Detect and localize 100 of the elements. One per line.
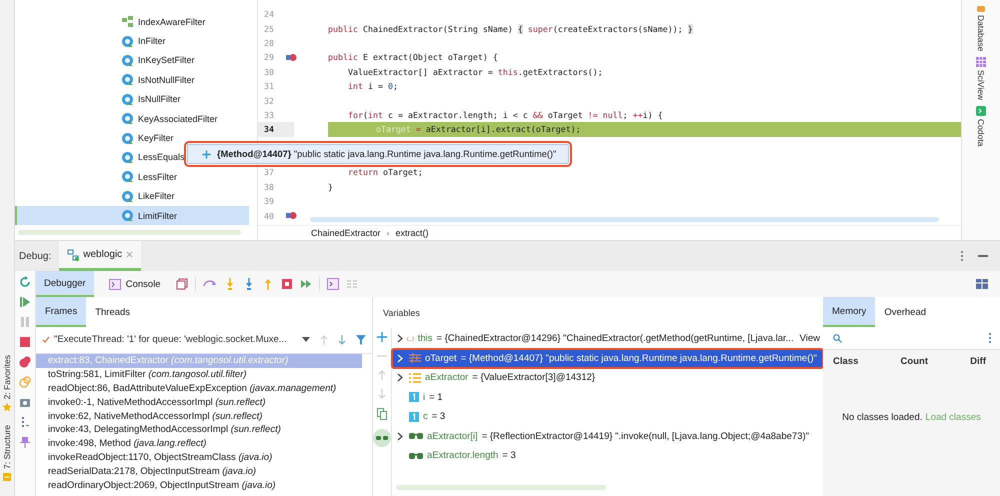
debugger-tab[interactable]: Debugger: [36, 271, 94, 297]
tree-item[interactable]: IsNullFilter: [15, 90, 249, 109]
number-icon: [409, 392, 419, 402]
variable-row[interactable]: c = 3: [392, 407, 823, 426]
variable-name: aExtractor: [425, 372, 468, 384]
class-icon: [121, 209, 134, 222]
code-line: for(int c = aExtractor.length; i < c && oTarget != null; ++i) {: [346, 110, 663, 120]
tree-item[interactable]: LikeFilter: [15, 186, 249, 206]
tree-item[interactable]: IsNotNullFilter: [15, 70, 249, 90]
tool-window-tab[interactable]: Codota: [976, 119, 986, 147]
variable-row[interactable]: this = {ChainedExtractor@14296} "ChainedExtractor(.getMethod(getRuntime, [Ljava.lar... View: [392, 329, 823, 348]
frames-tab[interactable]: Frames: [36, 297, 86, 327]
check-icon: [42, 336, 50, 343]
empty-message: No classes loaded.: [842, 412, 922, 423]
variable-row[interactable]: aExtractor = {ValueExtractor[3]@14312}: [392, 368, 823, 388]
stack-frame[interactable]: toString:581, LimitFilter (com.tangosol.util.filter): [36, 368, 362, 382]
line-number: 34: [258, 122, 294, 137]
session-tab[interactable]: weblogic: [59, 241, 142, 271]
class-icon: [121, 112, 134, 126]
star-icon: [2, 402, 12, 412]
rerun-icon[interactable]: [19, 276, 31, 288]
tree-item[interactable]: KeyAssociatedFilter: [15, 108, 249, 128]
class-icon: [121, 132, 134, 145]
resume-icon[interactable]: [19, 296, 31, 308]
breadcrumb-item[interactable]: extract(): [396, 228, 429, 238]
glasses-icon[interactable]: [373, 429, 391, 447]
breadcrumb-item[interactable]: ChainedExtractor: [311, 228, 381, 238]
structure-icon: [2, 472, 12, 482]
stop-icon[interactable]: [19, 336, 31, 348]
code-line: public ChainedExtractor(String sName) { super(createExtractors(sName)); }: [328, 24, 693, 34]
stack-frame[interactable]: invoke:43, DelegatingMethodAccessorImpl (sun.reflect): [36, 423, 362, 438]
variable-name: aExtractor[i]: [427, 430, 478, 442]
line-number: 40: [263, 210, 275, 223]
tool-window-tab[interactable]: 7: Structure: [2, 425, 12, 469]
drop-frame-icon[interactable]: [280, 278, 293, 290]
variable-row[interactable]: aExtractor[i] = {ReflectionExtractor@14419} ".invoke(null, [Ljava.lang.Object;@4a8abe73)": [392, 426, 823, 446]
close-icon[interactable]: [126, 251, 134, 258]
tree-item[interactable]: LessFilter: [15, 167, 249, 187]
tree-item[interactable]: IndexAwareFilter: [15, 12, 249, 32]
grid-icon: [976, 57, 986, 68]
pause-icon[interactable]: [19, 316, 31, 328]
copy-icon[interactable]: [377, 408, 387, 420]
breakpoints-icon[interactable]: [19, 356, 31, 368]
pin-icon[interactable]: [19, 436, 31, 448]
camera-icon[interactable]: [19, 396, 31, 408]
override-icon[interactable]: [286, 52, 297, 62]
filter-icon[interactable]: [356, 335, 366, 345]
tree-item[interactable]: InKeySetFilter: [15, 50, 249, 70]
tree-item[interactable]: LimitFilter: [15, 206, 249, 226]
mute-breakpoints-icon[interactable]: [19, 376, 31, 388]
stack-frame[interactable]: invokeReadObject:1170, ObjectStreamClass (java.io): [36, 451, 362, 466]
run-to-cursor-icon[interactable]: [300, 278, 312, 290]
more-icon[interactable]: [960, 250, 964, 262]
panel-title: Variables: [383, 308, 420, 318]
debugger-tab[interactable]: Console: [100, 271, 169, 297]
code-line: }: [328, 182, 333, 192]
expand-icon[interactable]: [202, 150, 211, 158]
memory-tab[interactable]: Overhead: [875, 297, 936, 327]
evaluate-icon[interactable]: [326, 278, 339, 290]
variable-row[interactable]: aExtractor.length = 3: [392, 446, 823, 466]
add-icon[interactable]: [377, 332, 387, 342]
column-header[interactable]: Class: [833, 356, 858, 366]
override-icon[interactable]: [286, 211, 297, 220]
class-icon: [121, 92, 134, 106]
restore-layout-icon[interactable]: [176, 278, 188, 290]
tool-window-tab[interactable]: SciView: [976, 70, 986, 100]
stack-frame[interactable]: invoke0:-1, NativeMethodAccessorImpl (sun.reflect): [36, 396, 362, 410]
tree-item[interactable]: KeyFilter: [15, 128, 249, 148]
stack-frame[interactable]: readOrdinaryObject:2069, ObjectInputStream (java.io): [36, 479, 362, 493]
column-header[interactable]: Diff: [970, 356, 986, 366]
memory-tab[interactable]: Memory: [823, 297, 876, 327]
variable-row[interactable]: oTarget = {Method@14407} "public static java.lang.Runtime java.lang.Runtime.getRuntime()": [392, 348, 823, 368]
layout-icon[interactable]: [976, 279, 988, 289]
tool-window-tab[interactable]: 2: Favorites: [2, 354, 12, 400]
column-header[interactable]: Count: [900, 356, 928, 366]
code-line: public E extract(Object oTarget) {: [328, 52, 498, 62]
variable-name: i: [423, 392, 426, 403]
tree-item[interactable]: InFilter: [15, 31, 249, 51]
glasses-icon: [409, 432, 423, 440]
variable-value: = 3: [432, 411, 446, 422]
arrow-down-icon[interactable]: [338, 335, 346, 345]
variable-name: oTarget: [425, 352, 457, 364]
variable-name: aExtractor.length: [427, 450, 498, 462]
stack-frame[interactable]: invoke:498, Method (java.lang.reflect): [36, 437, 362, 452]
variable-row[interactable]: i = 1: [392, 388, 823, 407]
line-number: 30: [263, 66, 275, 79]
field-icon: [409, 353, 421, 364]
class-icon: [121, 54, 134, 67]
variable-value: = 1: [429, 392, 443, 403]
search-icon[interactable]: [833, 334, 842, 342]
stack-frame[interactable]: invoke:62, NativeMethodAccessorImpl (sun.reflect): [36, 410, 362, 424]
view-link[interactable]: View: [800, 333, 820, 344]
line-number: 37: [263, 166, 275, 180]
class-icon: [121, 150, 134, 164]
trace-icon[interactable]: [346, 278, 358, 290]
stack-frame[interactable]: readObject:86, BadAttributeValueExpException (javax.management): [36, 382, 362, 396]
line-number: 25: [263, 22, 275, 36]
frames-tab[interactable]: Threads: [86, 297, 140, 327]
stack-frame[interactable]: readSerialData:2178, ObjectInputStream (java.io): [36, 465, 362, 480]
tool-window-tab[interactable]: Database: [976, 15, 986, 52]
